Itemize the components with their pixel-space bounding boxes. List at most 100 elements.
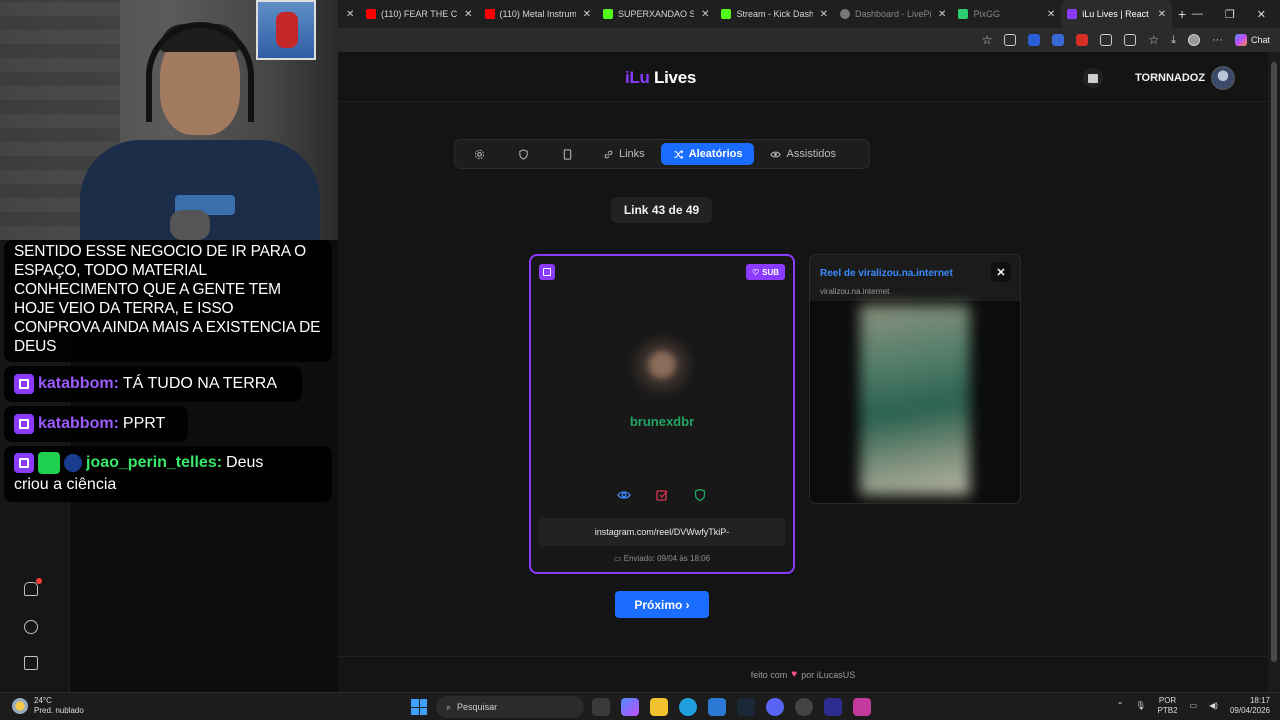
copilot-icon[interactable] bbox=[621, 698, 639, 716]
window-controls: — ❐ ✕ bbox=[1192, 8, 1280, 21]
tab-device[interactable] bbox=[547, 143, 587, 165]
weather-widget[interactable]: 24°C Pred. nublado bbox=[12, 696, 84, 716]
eye-icon bbox=[770, 151, 782, 157]
tab-links[interactable]: Links bbox=[591, 143, 657, 165]
more-icon[interactable]: ··· bbox=[1212, 34, 1223, 46]
video-preview[interactable] bbox=[810, 301, 1020, 503]
volume-icon[interactable]: ◀) bbox=[1209, 701, 1218, 711]
browser-tab[interactable]: Dashboard - LivePix ✕ bbox=[834, 0, 952, 28]
bell-icon[interactable] bbox=[24, 578, 42, 596]
windows-taskbar: 24°C Pred. nublado ⌕ Pesquisar ⌃ 🎙 POR PTB2… bbox=[0, 692, 1280, 720]
download-icon[interactable]: ⤓ bbox=[1171, 34, 1176, 47]
translate-icon[interactable] bbox=[1052, 34, 1065, 46]
close-window-icon[interactable]: ✕ bbox=[1257, 8, 1266, 21]
mark-watched-icon[interactable] bbox=[655, 488, 669, 502]
lang-code: POR bbox=[1158, 696, 1177, 705]
preview-title[interactable]: Reel de viralizou.na.internet bbox=[820, 268, 953, 279]
system-tray: ⌃ 🎙 POR PTB2 ▭ ◀) 18:17 09/04/2026 bbox=[1117, 696, 1270, 716]
close-tab-icon[interactable]: ✕ bbox=[583, 9, 591, 20]
search-icon: ⌕ bbox=[446, 701, 452, 712]
profile-icon[interactable] bbox=[1187, 34, 1200, 46]
sent-info: ▭ Enviado: 09/04 às 18:06 bbox=[531, 554, 793, 563]
new-tab-button[interactable]: + bbox=[1172, 0, 1192, 28]
minimize-icon[interactable]: — bbox=[1192, 8, 1203, 21]
tab-watched[interactable]: Assistidos bbox=[758, 143, 848, 165]
youtube-icon bbox=[366, 9, 377, 19]
favorites-icon[interactable]: ☆ bbox=[1148, 33, 1159, 47]
chat-text: Deus bbox=[226, 454, 264, 471]
tab-moderation[interactable] bbox=[503, 143, 543, 165]
chat-label: Chat bbox=[1250, 35, 1270, 45]
close-tab-icon[interactable]: ✕ bbox=[820, 9, 828, 20]
next-button[interactable]: Próximo › bbox=[615, 591, 709, 618]
user-name[interactable]: TORNNADOZ bbox=[1135, 72, 1205, 84]
box-icon[interactable] bbox=[1083, 68, 1103, 88]
footer-prefix: feito com bbox=[750, 669, 788, 680]
browser-tab[interactable]: ✕ bbox=[338, 0, 360, 28]
browser-tab-active[interactable]: iLu Lives | React ✕ bbox=[1061, 0, 1173, 28]
close-tab-icon[interactable]: ✕ bbox=[701, 9, 709, 20]
twitch-icon bbox=[14, 453, 34, 473]
heart-icon: ♥ bbox=[791, 669, 798, 680]
obs-icon[interactable] bbox=[795, 698, 813, 716]
microphone-icon[interactable]: 🎙 bbox=[1135, 701, 1145, 711]
close-tab-icon[interactable]: ✕ bbox=[1047, 9, 1055, 20]
app-icon[interactable] bbox=[853, 698, 871, 716]
extension-icon[interactable] bbox=[1004, 34, 1017, 46]
browser-tab[interactable]: (110) Metal Instrum ✕ bbox=[479, 0, 597, 28]
chat-username: joao_perin_telles: bbox=[86, 454, 223, 471]
browser-tab[interactable]: (110) FEAR THE CLO ✕ bbox=[360, 0, 478, 28]
chevron-up-icon[interactable]: ⌃ bbox=[1117, 701, 1124, 711]
discord-icon[interactable] bbox=[766, 698, 784, 716]
chat-message: joao_perin_telles: Deus criou a ciência bbox=[4, 446, 332, 502]
temperature: 24°C bbox=[34, 696, 52, 705]
blurred-thumbnail bbox=[860, 305, 970, 495]
brand-logo[interactable]: iLu Lives bbox=[625, 68, 696, 88]
close-tab-icon[interactable]: ✕ bbox=[1158, 9, 1166, 20]
tab-label: Assistidos bbox=[786, 148, 837, 160]
task-view-icon[interactable] bbox=[592, 698, 610, 716]
extensions-icon[interactable] bbox=[1100, 34, 1113, 46]
user-avatar[interactable] bbox=[1211, 66, 1235, 90]
twitch-icon bbox=[14, 414, 34, 434]
taskbar-search[interactable]: ⌕ Pesquisar bbox=[436, 696, 584, 718]
maximize-icon[interactable]: ❐ bbox=[1225, 8, 1235, 21]
tab-random[interactable]: Aleatórios bbox=[660, 143, 755, 165]
profile-picture bbox=[630, 336, 694, 400]
eye-icon[interactable] bbox=[617, 488, 631, 502]
edge-icon[interactable] bbox=[679, 698, 697, 716]
close-preview-button[interactable]: ✕ bbox=[991, 262, 1011, 282]
shield-icon[interactable] bbox=[693, 488, 707, 502]
browser-tab[interactable]: SUPERXANDAO Str ✕ bbox=[597, 0, 715, 28]
close-tab-icon[interactable]: ✕ bbox=[346, 9, 354, 20]
heart-icon: ♡ bbox=[751, 267, 760, 277]
close-tab-icon[interactable]: ✕ bbox=[938, 9, 946, 20]
brand-prefix: iLu bbox=[625, 68, 650, 87]
split-screen-icon[interactable] bbox=[1124, 34, 1137, 46]
kick-icon bbox=[721, 9, 732, 19]
close-icon: ✕ bbox=[996, 266, 1006, 279]
link-url[interactable]: instagram.com/reel/DVWwfyTkiP- bbox=[539, 518, 785, 546]
brand-suffix: Lives bbox=[654, 68, 697, 87]
extension-icon[interactable] bbox=[1028, 34, 1041, 46]
photos-icon[interactable] bbox=[708, 698, 726, 716]
browser-tab[interactable]: Stream - Kick Dashb ✕ bbox=[715, 0, 833, 28]
help-icon[interactable] bbox=[24, 620, 38, 634]
app-icon[interactable] bbox=[824, 698, 842, 716]
close-tab-icon[interactable]: ✕ bbox=[464, 9, 472, 20]
logout-icon[interactable] bbox=[24, 656, 38, 670]
taskbar-apps bbox=[592, 698, 871, 716]
file-explorer-icon[interactable] bbox=[650, 698, 668, 716]
language-indicator[interactable]: POR PTB2 bbox=[1158, 696, 1178, 716]
copilot-chat-button[interactable]: Chat bbox=[1234, 34, 1270, 46]
pdf-icon[interactable] bbox=[1076, 34, 1089, 46]
browser-tab[interactable]: PixGG ✕ bbox=[952, 0, 1061, 28]
windows-start-icon[interactable] bbox=[411, 699, 427, 715]
steam-icon[interactable] bbox=[737, 698, 755, 716]
network-icon[interactable]: ▭ bbox=[1190, 701, 1198, 711]
tab-settings[interactable] bbox=[459, 143, 499, 165]
page-scrollbar[interactable] bbox=[1268, 52, 1280, 692]
keyboard-layout: PTB2 bbox=[1157, 706, 1178, 715]
clock[interactable]: 18:17 09/04/2026 bbox=[1230, 696, 1270, 716]
star-icon[interactable]: ☆ bbox=[982, 33, 993, 47]
